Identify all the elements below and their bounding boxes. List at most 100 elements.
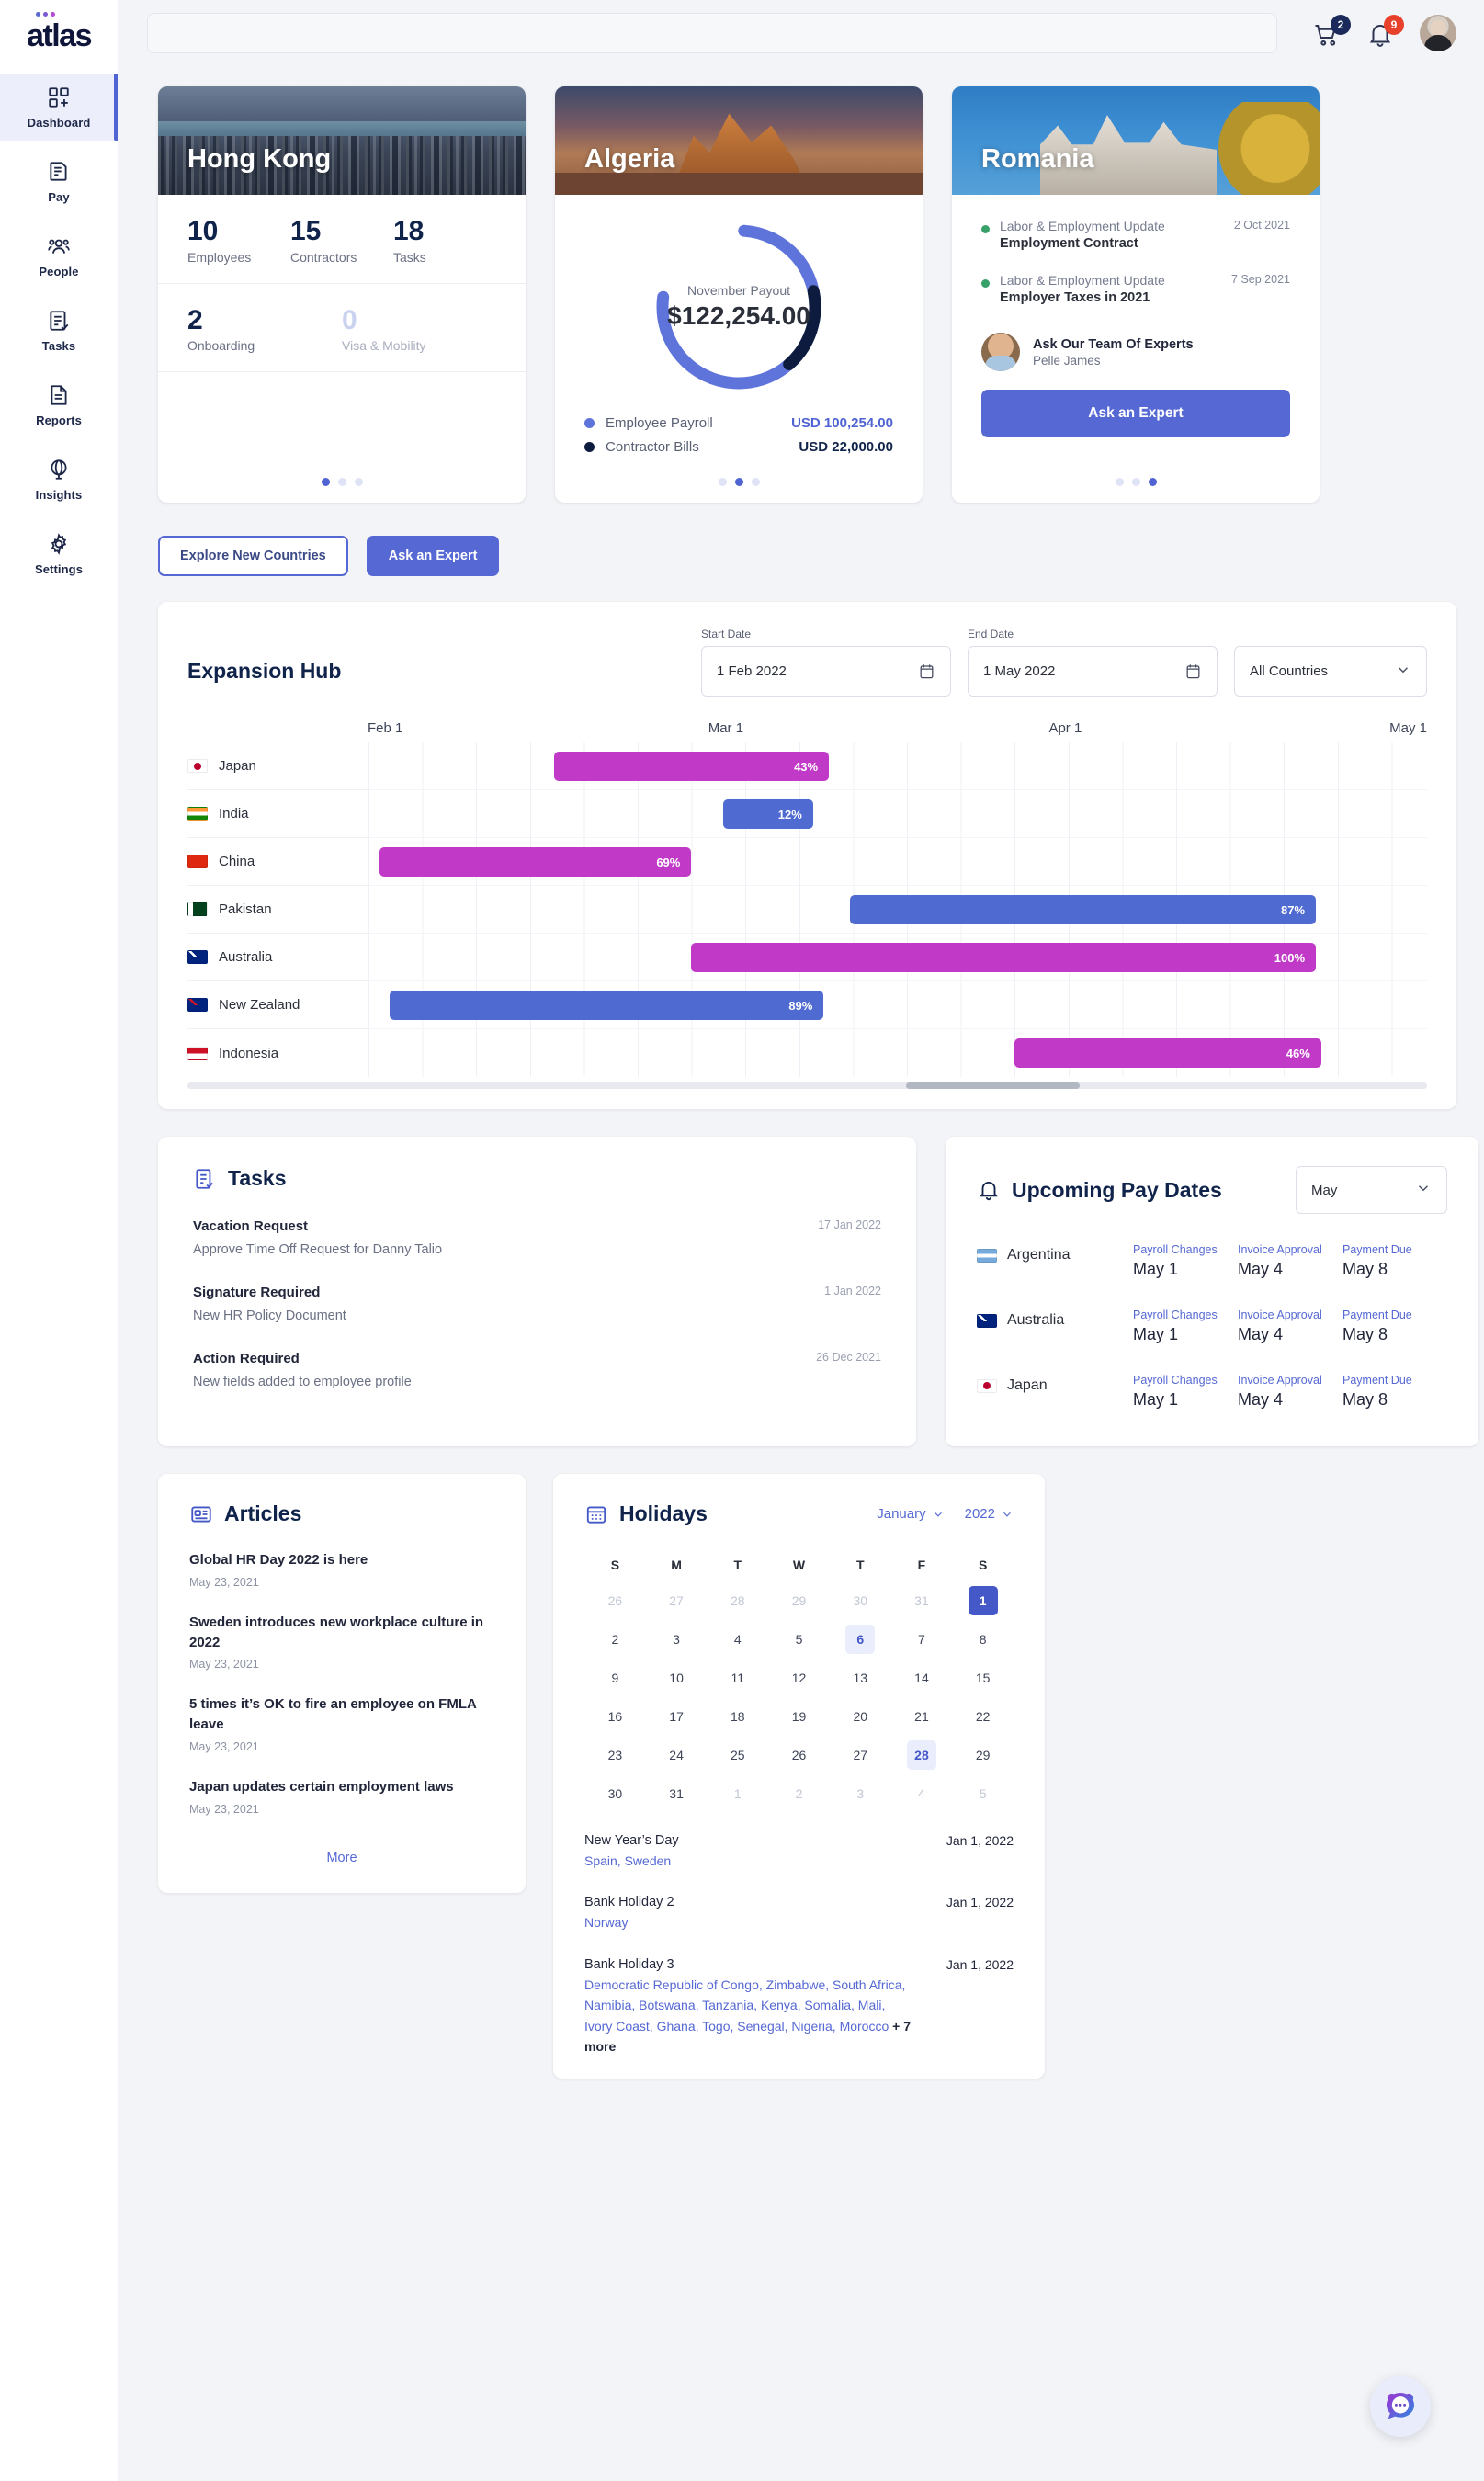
user-avatar[interactable] (1420, 15, 1456, 51)
country-filter-select[interactable]: All Countries (1234, 646, 1427, 697)
calendar-day[interactable]: 17 (646, 1697, 708, 1736)
calendar-day[interactable]: 19 (768, 1697, 830, 1736)
carousel-dots[interactable] (555, 463, 923, 503)
month-filter-select[interactable]: May (1296, 1166, 1447, 1214)
calendar-day[interactable]: 13 (830, 1659, 891, 1697)
end-date-input[interactable]: 1 May 2022 (968, 646, 1218, 697)
gantt-horizontal-scrollbar[interactable] (187, 1082, 1427, 1089)
calendar-day[interactable]: 10 (646, 1659, 708, 1697)
gantt-bar-china[interactable]: 69% (379, 847, 692, 877)
sidebar-item-insights[interactable]: Insights (0, 446, 118, 513)
calendar-day[interactable]: 27 (830, 1736, 891, 1774)
gantt-bar-india[interactable]: 12% (722, 799, 813, 829)
calendar-day[interactable]: 24 (646, 1736, 708, 1774)
carousel-dot[interactable] (734, 478, 743, 486)
update-item[interactable]: Labor & Employment Update Employer Taxes… (981, 273, 1290, 305)
calendar-day[interactable]: 2 (768, 1774, 830, 1813)
task-row[interactable]: Signature Required New HR Policy Documen… (193, 1285, 881, 1323)
calendar-day[interactable]: 15 (952, 1659, 1014, 1697)
calendar-day[interactable]: 22 (952, 1697, 1014, 1736)
calendar-day[interactable]: 18 (707, 1697, 768, 1736)
carousel-dot[interactable] (337, 478, 346, 486)
update-item[interactable]: Labor & Employment Update Employment Con… (981, 219, 1290, 251)
calendar-day[interactable]: 3 (646, 1620, 708, 1659)
brand-logo[interactable]: atlas (0, 12, 118, 51)
calendar-day[interactable]: 12 (768, 1659, 830, 1697)
calendar-day[interactable]: 26 (768, 1736, 830, 1774)
start-date-input[interactable]: 1 Feb 2022 (701, 646, 951, 697)
carousel-dot[interactable] (321, 478, 330, 486)
calendar-day[interactable]: 20 (830, 1697, 891, 1736)
article-item[interactable]: 5 times it’s OK to fire an employee on F… (189, 1694, 494, 1753)
calendar-day[interactable]: 30 (584, 1774, 646, 1813)
country-card-algeria[interactable]: Algeria November Payout $122,254.00 Empl… (555, 86, 923, 503)
article-item[interactable]: Japan updates certain employment laws Ma… (189, 1777, 494, 1816)
carousel-dot[interactable] (1115, 478, 1124, 486)
notifications-button[interactable]: 9 (1366, 15, 1404, 50)
calendar-icon[interactable] (918, 663, 935, 680)
calendar-day[interactable]: 28 (707, 1581, 768, 1620)
ask-an-expert-button[interactable]: Ask an Expert (981, 390, 1290, 437)
search-input[interactable] (147, 13, 1277, 53)
calendar-day[interactable]: 8 (952, 1620, 1014, 1659)
cart-button[interactable]: 2 (1313, 15, 1351, 50)
calendar-day[interactable]: 23 (584, 1736, 646, 1774)
calendar-day[interactable]: 29 (768, 1581, 830, 1620)
calendar-day[interactable]: 5 (768, 1620, 830, 1659)
more-articles-link[interactable]: More (189, 1851, 494, 1865)
calendar-day[interactable]: 9 (584, 1659, 646, 1697)
carousel-dot[interactable] (1148, 478, 1157, 486)
gantt-bar-new-zealand[interactable]: 89% (390, 991, 824, 1020)
country-card-hong-kong[interactable]: Hong Kong 10 Employees 15 Contractors 18… (158, 86, 526, 503)
carousel-dot[interactable] (751, 478, 760, 486)
article-item[interactable]: Sweden introduces new workplace culture … (189, 1613, 494, 1671)
calendar-day[interactable]: 1 (707, 1774, 768, 1813)
gantt-bar-indonesia[interactable]: 46% (1014, 1038, 1321, 1068)
sidebar-item-pay[interactable]: Pay (0, 148, 118, 215)
calendar-day[interactable]: 27 (646, 1581, 708, 1620)
sidebar-item-dashboard[interactable]: Dashboard (0, 74, 118, 141)
country-title: Romania (981, 144, 1094, 174)
calendar-day[interactable]: 21 (891, 1697, 953, 1736)
calendar-day[interactable]: 31 (646, 1774, 708, 1813)
holiday-month-select[interactable]: January (877, 1506, 944, 1522)
gantt-bar-australia[interactable]: 100% (691, 943, 1317, 972)
ask-an-expert-button[interactable]: Ask an Expert (366, 536, 500, 576)
sidebar-item-people[interactable]: People (0, 222, 118, 289)
gantt-bar-japan[interactable]: 43% (553, 752, 830, 781)
calendar-day[interactable]: 2 (584, 1620, 646, 1659)
calendar-day[interactable]: 29 (952, 1736, 1014, 1774)
calendar-day-highlighted[interactable]: 28 (891, 1736, 953, 1774)
carousel-dots[interactable] (158, 463, 526, 503)
calendar-day[interactable]: 16 (584, 1697, 646, 1736)
calendar-day[interactable]: 31 (891, 1581, 953, 1620)
calendar-day[interactable]: 7 (891, 1620, 953, 1659)
gantt-bar-pakistan[interactable]: 87% (850, 895, 1317, 924)
calendar-day[interactable]: 30 (830, 1581, 891, 1620)
chat-bot-launcher[interactable] (1370, 2376, 1431, 2437)
calendar-day[interactable]: 4 (707, 1620, 768, 1659)
calendar-day[interactable]: 14 (891, 1659, 953, 1697)
carousel-dot[interactable] (718, 478, 727, 486)
calendar-day[interactable]: 5 (952, 1774, 1014, 1813)
carousel-dot[interactable] (1131, 478, 1140, 486)
country-card-romania[interactable]: Romania Labor & Employment Update Employ… (952, 86, 1320, 503)
carousel-dot[interactable] (354, 478, 363, 486)
task-row[interactable]: Vacation Request Approve Time Off Reques… (193, 1218, 881, 1257)
sidebar-item-tasks[interactable]: Tasks (0, 297, 118, 364)
calendar-day-highlighted[interactable]: 6 (830, 1620, 891, 1659)
calendar-day[interactable]: 11 (707, 1659, 768, 1697)
sidebar-item-settings[interactable]: Settings (0, 520, 118, 587)
calendar-day[interactable]: 4 (891, 1774, 953, 1813)
sidebar-item-reports[interactable]: Reports (0, 371, 118, 438)
task-row[interactable]: Action Required New fields added to empl… (193, 1351, 881, 1389)
calendar-day-selected[interactable]: 1 (952, 1581, 1014, 1620)
calendar-day[interactable]: 3 (830, 1774, 891, 1813)
article-item[interactable]: Global HR Day 2022 is here May 23, 2021 (189, 1550, 494, 1589)
holiday-year-select[interactable]: 2022 (965, 1506, 1014, 1522)
calendar-icon[interactable] (1184, 663, 1202, 680)
calendar-day[interactable]: 25 (707, 1736, 768, 1774)
calendar-day[interactable]: 26 (584, 1581, 646, 1620)
carousel-dots[interactable] (952, 463, 1320, 503)
explore-new-countries-button[interactable]: Explore New Countries (158, 536, 348, 576)
